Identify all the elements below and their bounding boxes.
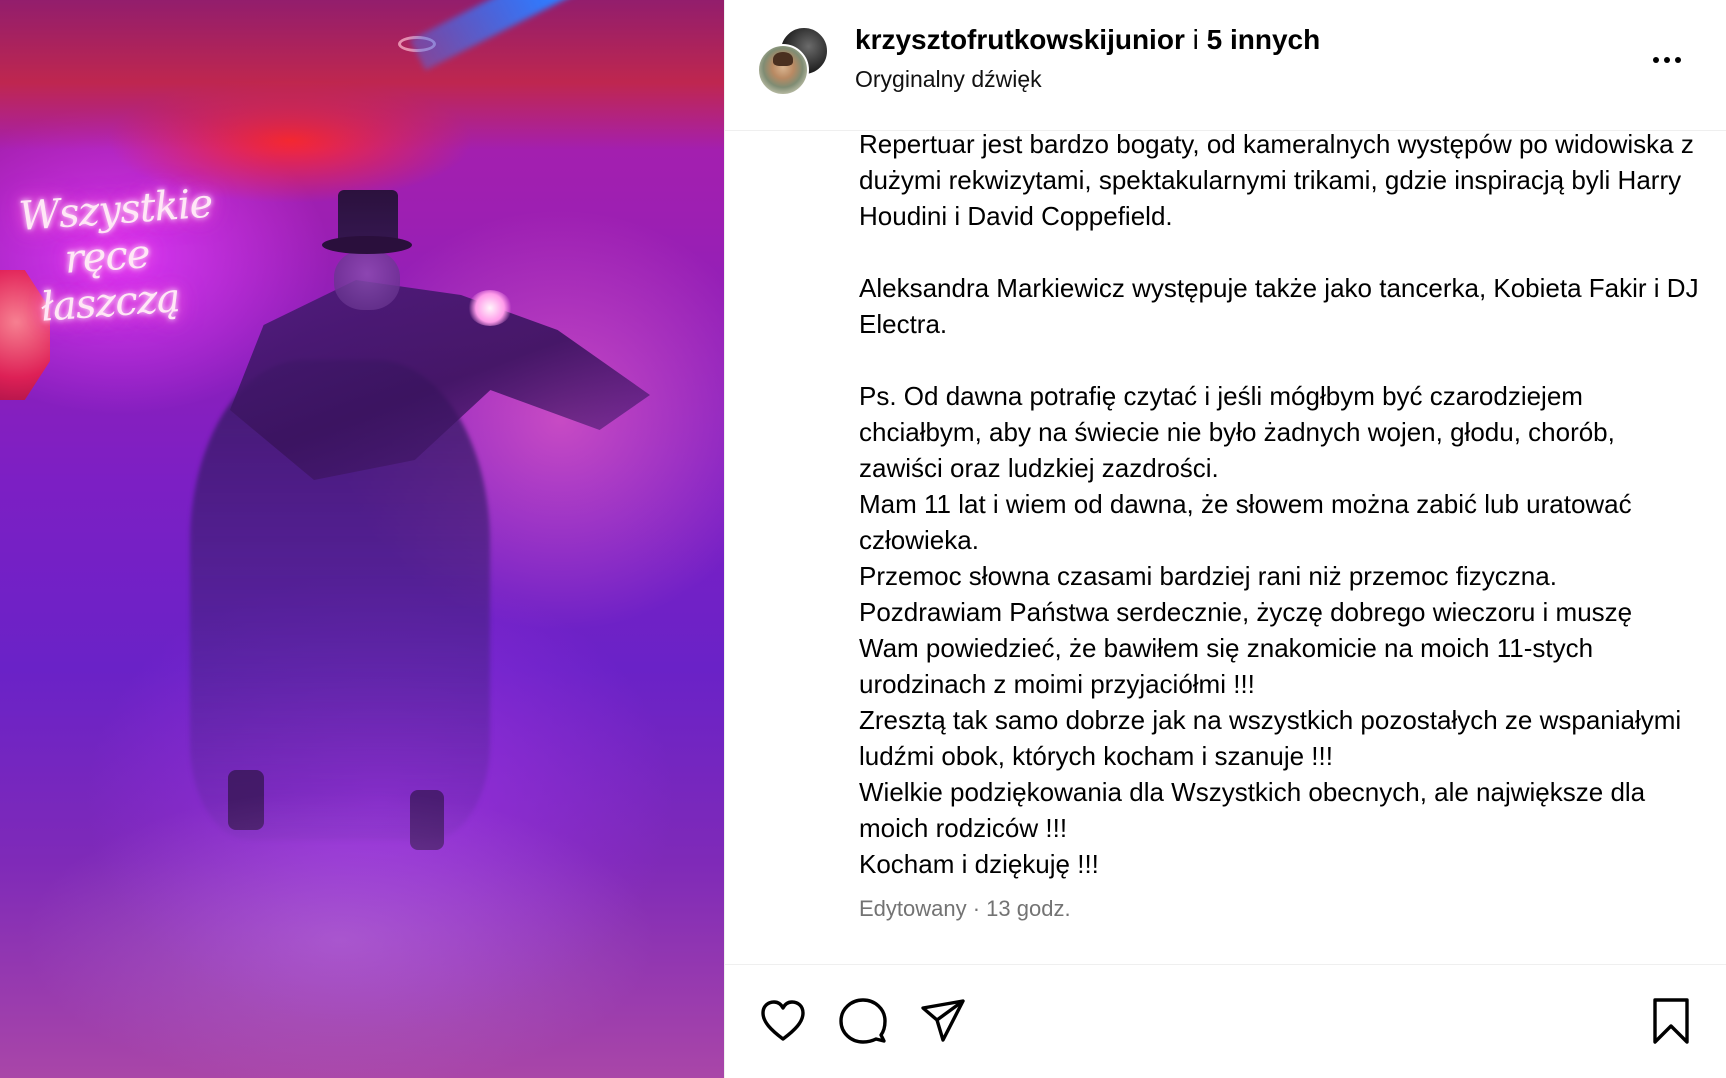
caption-spacer <box>859 234 1699 270</box>
author-connector: i <box>1192 24 1199 55</box>
avatar-primary[interactable] <box>757 44 809 96</box>
instagram-post-view: Wszystkie ręce łaszczą krzysztofrutkowsk… <box>0 0 1726 1078</box>
bookmark-icon[interactable] <box>1645 995 1697 1047</box>
stage-light-glow <box>468 290 512 326</box>
caption-paragraph: Aleksandra Markiewicz występuje także ja… <box>859 273 1699 339</box>
action-bar <box>725 964 1726 1078</box>
collab-avatars[interactable] <box>757 26 829 98</box>
stage-fog <box>0 640 724 1078</box>
performer-head <box>334 250 400 310</box>
comment-icon[interactable] <box>837 995 889 1047</box>
ceiling <box>0 0 724 150</box>
audio-link[interactable]: Oryginalny dźwięk <box>855 66 1042 93</box>
post-media[interactable]: Wszystkie ręce łaszczą <box>0 0 724 1078</box>
post-timestamp[interactable]: Edytowany · 13 godz. <box>859 896 1071 922</box>
post-caption: Repertuar jest bardzo bogaty, od kameral… <box>859 126 1699 882</box>
caption-paragraph: Repertuar jest bardzo bogaty, od kameral… <box>859 129 1694 231</box>
username-link[interactable]: krzysztofrutkowskijunior <box>855 24 1185 55</box>
more-dot-icon <box>1675 57 1681 63</box>
more-dot-icon <box>1653 57 1659 63</box>
neon-sign: Wszystkie ręce łaszczą <box>17 181 213 332</box>
caption-spacer <box>859 342 1699 378</box>
post-header: krzysztofrutkowskijunior i 5 innych Oryg… <box>725 0 1726 131</box>
heart-icon[interactable] <box>757 995 809 1047</box>
caption-paragraph: Ps. Od dawna potrafię czytać i jeśli móg… <box>859 381 1682 879</box>
more-options-button[interactable] <box>1643 40 1691 80</box>
author-line: krzysztofrutkowskijunior i 5 innych <box>855 24 1320 56</box>
top-hat-brim <box>322 236 412 254</box>
post-panel: krzysztofrutkowskijunior i 5 innych Oryg… <box>724 0 1726 1078</box>
send-icon[interactable] <box>917 995 969 1047</box>
others-link[interactable]: 5 innych <box>1207 24 1321 55</box>
more-dot-icon <box>1664 57 1670 63</box>
